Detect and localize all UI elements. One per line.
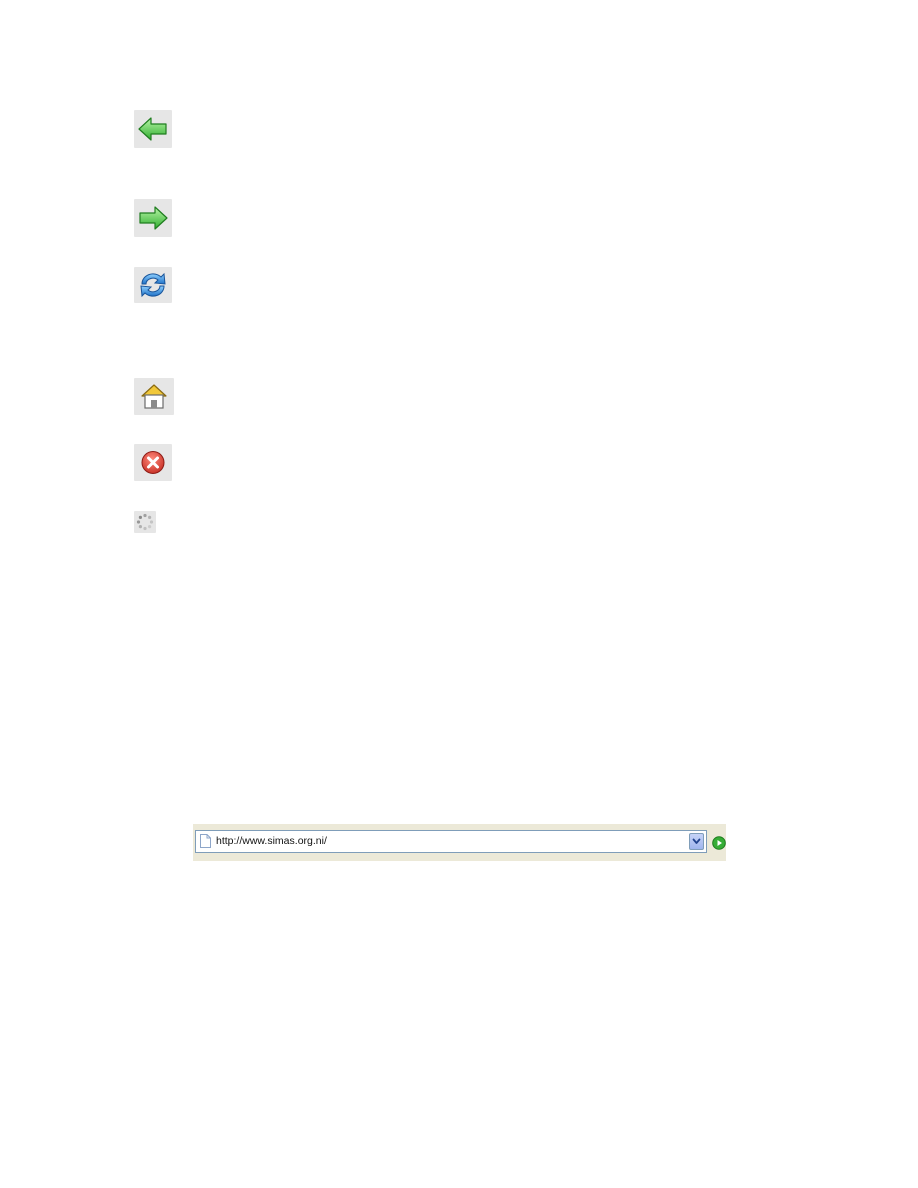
page-icon <box>200 834 211 848</box>
forward-arrow-icon <box>139 206 168 230</box>
home-button[interactable] <box>134 378 174 415</box>
back-arrow-icon <box>138 117 167 141</box>
refresh-button[interactable] <box>134 267 172 303</box>
chevron-down-icon <box>692 838 701 844</box>
address-url-text: http://www.simas.org.ni/ <box>216 835 327 847</box>
go-button[interactable] <box>712 835 726 850</box>
forward-button[interactable] <box>134 199 172 237</box>
home-icon <box>141 384 167 409</box>
stop-button[interactable] <box>134 444 172 481</box>
refresh-icon <box>140 272 166 298</box>
address-bar: http://www.simas.org.ni/ <box>193 824 726 861</box>
address-input[interactable]: http://www.simas.org.ni/ <box>195 830 707 853</box>
stop-icon <box>141 451 165 474</box>
back-button[interactable] <box>134 110 172 148</box>
loading-spinner-icon <box>136 513 154 531</box>
go-arrow-icon <box>712 836 726 850</box>
address-dropdown-button[interactable] <box>689 833 704 850</box>
loading-indicator <box>134 511 156 533</box>
